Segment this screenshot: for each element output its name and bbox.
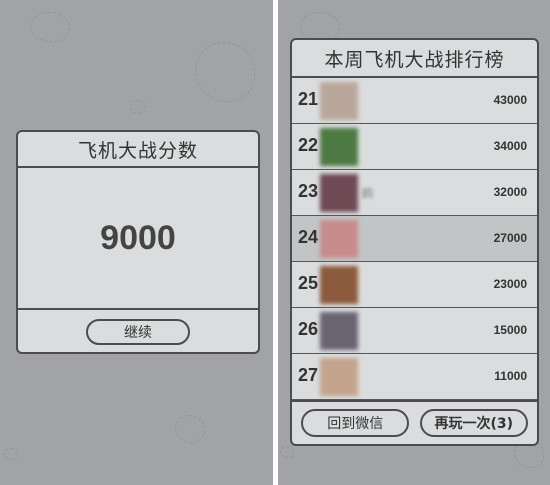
player-name: 鸥 [362,187,373,200]
player-score: 11000 [494,369,527,383]
rank-number: 26 [298,319,318,339]
leaderboard-row[interactable]: 23 鸥 32000 [292,170,537,216]
player-score: 23000 [493,277,527,291]
player-score: 43000 [493,93,527,107]
leaderboard-panel: 本周飞机大战排行榜 21 43000 22 34000 23 鸥 32000 24 27000 2… [290,38,539,446]
rock-decoration [130,100,146,114]
back-to-wechat-button[interactable]: 回到微信 [301,409,410,437]
avatar [320,82,358,120]
rock-decoration [195,42,255,102]
rank-number: 21 [298,89,318,109]
leaderboard-title: 本周飞机大战排行榜 [292,40,537,78]
leaderboard-row[interactable]: 26 15000 [292,308,537,354]
rock-decoration [280,446,294,458]
avatar [320,358,358,396]
avatar [320,174,358,212]
avatar [320,312,358,350]
continue-button[interactable]: 继续 [86,319,190,345]
leaderboard-footer: 回到微信 再玩一次(3) [292,400,537,444]
leaderboard-row[interactable]: 22 34000 [292,124,537,170]
score-screen: 飞机大战分数 9000 继续 [0,0,273,485]
avatar [320,220,358,258]
avatar [320,266,358,304]
score-value: 9000 [18,168,258,310]
rank-number: 27 [298,365,318,385]
leaderboard-row[interactable]: 27 11000 [292,354,537,400]
rank-number: 25 [298,273,318,293]
leaderboard-row[interactable]: 21 43000 [292,78,537,124]
rank-number: 22 [298,135,318,155]
leaderboard-screen: 本周飞机大战排行榜 21 43000 22 34000 23 鸥 32000 24 27000 2… [278,0,550,485]
rank-number: 23 [298,181,318,201]
player-score: 32000 [493,185,527,199]
rock-decoration [30,12,70,42]
avatar [320,128,358,166]
leaderboard-row[interactable]: 25 23000 [292,262,537,308]
score-title: 飞机大战分数 [18,132,258,168]
player-score: 15000 [493,323,527,337]
rock-decoration [4,448,18,460]
leaderboard-row[interactable]: 24 27000 [292,216,537,262]
score-footer: 继续 [18,310,258,354]
play-again-button[interactable]: 再玩一次(3) [419,409,528,437]
player-score: 34000 [493,139,527,153]
score-panel: 飞机大战分数 9000 继续 [16,130,260,354]
player-score: 27000 [493,231,527,245]
rock-decoration [175,415,205,443]
rank-number: 24 [298,227,318,247]
leaderboard-list[interactable]: 21 43000 22 34000 23 鸥 32000 24 27000 25 23000 26 15… [292,78,537,400]
